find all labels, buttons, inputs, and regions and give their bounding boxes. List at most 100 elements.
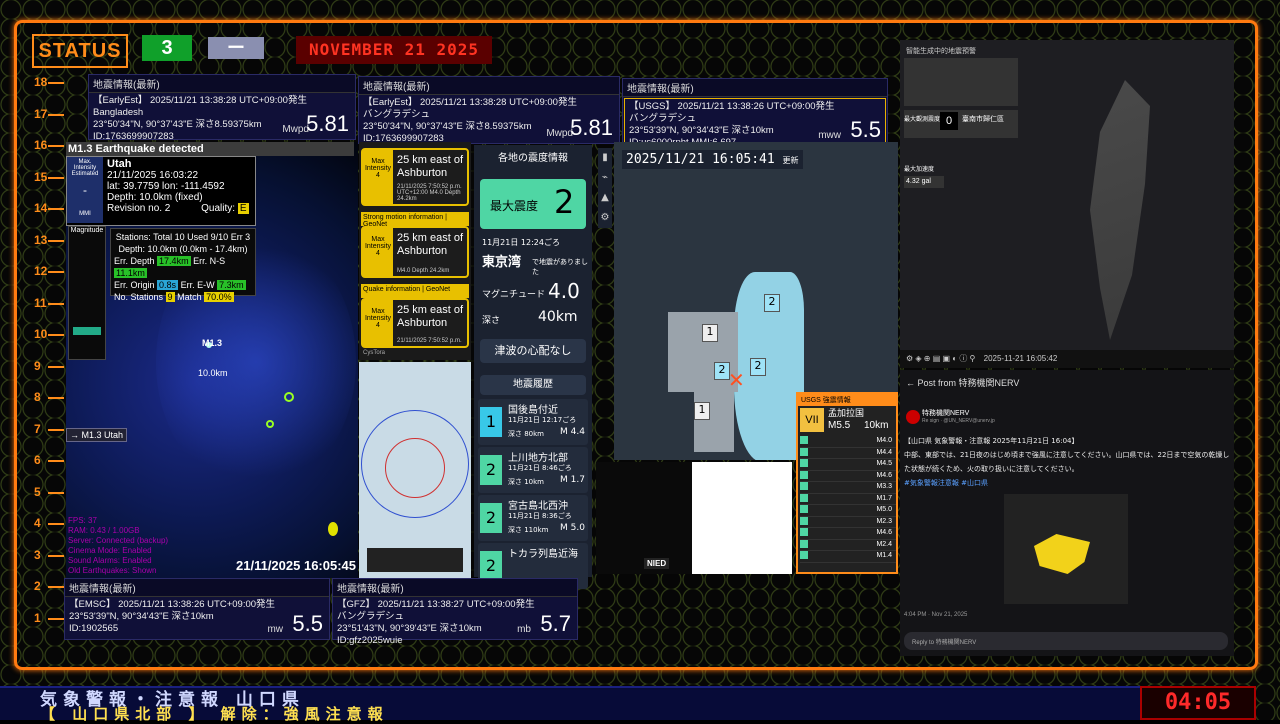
post-user[interactable]: 特務機関NERV (922, 408, 969, 418)
stats-line1: Stations: Total 10 Used 9/10 Err 3 (115, 232, 251, 242)
history-place: トカラ列島近海 (508, 549, 578, 560)
info-server: Server: Connected (backup) (68, 536, 169, 545)
shindo-region-1b (694, 392, 734, 452)
usgs-list-item[interactable]: M4.6 (800, 528, 896, 540)
cystora-footer: CysTora (363, 350, 386, 356)
avatar[interactable] (906, 410, 920, 424)
ruler-tick (48, 617, 64, 620)
stats-line2: Depth: 10.0km (0.0km - 17.4km) (118, 244, 248, 254)
item-mag: M4.0 (876, 437, 892, 444)
event-details: Utah 21/11/2025 16:03:22 lat: 39.7759 lo… (107, 159, 249, 214)
post-tags[interactable]: #気象警報注意報 #山口県 (904, 476, 1230, 490)
err-ew-value: 7.3km (217, 280, 246, 290)
shindo-marker: 1 (702, 324, 718, 342)
usgs-list-item[interactable]: M3.3 (800, 482, 896, 494)
back-button[interactable]: ← (906, 378, 915, 388)
strong-motion-header: Strong motion information | GeoNet (361, 212, 469, 228)
history-item[interactable]: 2 宮古島北西沖 11月21日 8:36ごろ 深さ 110km M 5.0 (478, 495, 588, 541)
ring-map[interactable] (359, 362, 471, 578)
history-depth: 深さ 110km (508, 526, 549, 534)
item-mag: M1.7 (876, 494, 892, 502)
history-intensity: 2 (480, 455, 502, 485)
card-mag-type: mw (267, 624, 283, 635)
item-badge (800, 539, 808, 548)
quake-info-card[interactable]: Max Intensity 4 25 km east of Ashburton … (361, 298, 469, 348)
post-time: 4:04 PM · Nov 21, 2025 (904, 612, 968, 618)
usgs-list-item[interactable]: M2.3 (800, 516, 896, 528)
post-headline: 【山口県 気象警報・注意報 2025年11月21日 16:04】 (904, 437, 1079, 445)
err-depth-value: 17.4km (157, 256, 191, 266)
history-list: 1 国後島付近 11月21日 12:17ごろ 深さ 80km M 4.4 2 上川地方北部 1… (478, 399, 588, 591)
ruler-number: 10 (34, 327, 48, 341)
history-title[interactable]: 地震履歴 (480, 375, 586, 395)
toolbar-icons[interactable]: ▮ ⌁ ▲ ⚙ (598, 148, 612, 228)
usgs-list-item[interactable]: M4.0 (800, 436, 896, 448)
shindo-marker: 2 (750, 358, 766, 376)
item-mag: M4.6 (876, 529, 892, 536)
depth-label: 深さ (482, 316, 501, 326)
quake-card-gfz[interactable]: 地震情報(最新) 【GFZ】 2025/11/21 13:38:27 UTC+0… (332, 578, 578, 646)
info-old: Old Earthquakes: Shown (68, 566, 157, 575)
map-timestamp: 21/11/2025 16:05:45 (236, 558, 356, 573)
card-intensity: Max Intensity 4 (363, 228, 393, 276)
history-item[interactable]: 2 上川地方北部 11月21日 8:46ごろ 深さ 10km M 1.7 (478, 447, 588, 493)
item-badge (800, 516, 808, 525)
err-origin-value: 0.8s (157, 280, 179, 290)
max-intensity-box: Max. Intensity Estimated - MMI (67, 157, 103, 223)
history-item[interactable]: 1 国後島付近 11月21日 12:17ごろ 深さ 80km M 4.4 (478, 399, 588, 445)
history-place: 国後島付近 (508, 405, 558, 416)
epicenter-icon: ✕ (728, 368, 745, 392)
quake-card-earlyest-en[interactable]: 地震情報(最新) 【EarlyEst】 2025/11/21 13:38:28 … (88, 74, 356, 142)
tw-place: 臺南市歸仁區 (962, 115, 1004, 123)
ruler-number: 18 (34, 75, 48, 89)
shindo-marker: 2 (764, 294, 780, 312)
quake-card-earlyest[interactable]: 地震情報(最新) 【EarlyEst】 2025/11/21 13:38:28 … (358, 76, 620, 144)
item-badge (800, 436, 808, 444)
tw-accel-label: 最大加速度 (904, 166, 935, 173)
magnitude-gauge: Magnitude (68, 226, 106, 360)
usgs-list-item[interactable]: M4.6 (800, 470, 896, 482)
ruler-number: 3 (34, 547, 41, 562)
post-map-image[interactable] (1004, 494, 1128, 604)
item-badge (800, 528, 808, 536)
post-title: Post from 特務機関NERV (917, 378, 1020, 388)
event-time: 21/11/2025 16:03:22 (107, 170, 199, 181)
ruler-number: 13 (34, 232, 48, 247)
taiwan-eew-panel[interactable]: 智能生成中的地震預警 最大觀測震度 0 臺南市歸仁區 最大加速度 4.32 ga… (900, 40, 1234, 368)
usgs-strong-motion-list[interactable]: USGS 強震情報 VII 孟加拉国 M5.5 10km M4.0 M4.4 M4.… (796, 392, 898, 574)
card-header: 地震情報(最新) (89, 75, 355, 93)
event-depth: Depth: 10.0km (fixed) (107, 192, 203, 203)
cystora-panel[interactable]: Max Intensity 4 25 km east of Ashburton … (359, 142, 471, 360)
ruler-number: 11 (34, 295, 47, 310)
match-value: 70.0% (204, 292, 234, 302)
ruler-number: 12 (34, 264, 48, 278)
history-place: 上川地方北部 (508, 453, 568, 464)
tw-toolbar[interactable]: ⚙ ◈ ⊕ ▤ ▣ ◐ ⓘ ⚲ 2025-11-21 16:05:42 (900, 350, 1234, 368)
nz-quake-card[interactable]: Max Intensity 4 25 km east of Ashburton … (361, 148, 469, 206)
ruler-number: 9 (34, 358, 41, 373)
mag-label: マグニチュード (482, 290, 546, 300)
status-count: 3 (142, 35, 192, 61)
quake-card-emsc[interactable]: 地震情報(最新) 【EMSC】 2025/11/21 13:38:26 UTC+… (64, 578, 330, 640)
ruler-number: 5 (34, 484, 41, 499)
inner-ring (385, 438, 445, 498)
utah-tag[interactable]: → M1.3 Utah (66, 428, 128, 442)
usgs-list-item[interactable]: M1.7 (800, 493, 896, 505)
err-ns-value: 11.1km (114, 268, 147, 278)
usgs-list-item[interactable]: M4.4 (800, 447, 896, 459)
quake-card-usgs[interactable]: 地震情報(最新) 【USGS】 2025/11/21 13:38:26 UTC+… (622, 78, 888, 152)
nerv-post-panel[interactable]: ← Post from 特務機関NERV 特務機関NERV Re sign · … (900, 370, 1234, 656)
usgs-list-item[interactable]: M4.5 (800, 459, 896, 471)
ruler-number: 2 (34, 579, 41, 593)
ruler-number: 1 (34, 610, 41, 625)
reply-input[interactable]: Reply to 特務機関NERV (904, 632, 1228, 650)
item-mag: M3.3 (876, 483, 892, 490)
usgs-list-item[interactable]: M5.0 (800, 505, 896, 517)
usgs-list-item[interactable]: M2.4 (800, 539, 896, 551)
map-time-value: 2025/11/21 16:05:41 (626, 152, 775, 167)
strong-motion-card[interactable]: Max Intensity 4 25 km east of Ashburton … (361, 226, 469, 278)
shindo-panel[interactable]: 各地の震度情報 最大震度 2 11月21日 12:24ごろ 東京湾 で地震があり… (474, 145, 592, 589)
usgs-list-item[interactable]: M1.4 (800, 551, 896, 563)
kyoshin-map[interactable]: NIED (596, 462, 792, 574)
info-fps: FPS: 37 (68, 516, 97, 525)
